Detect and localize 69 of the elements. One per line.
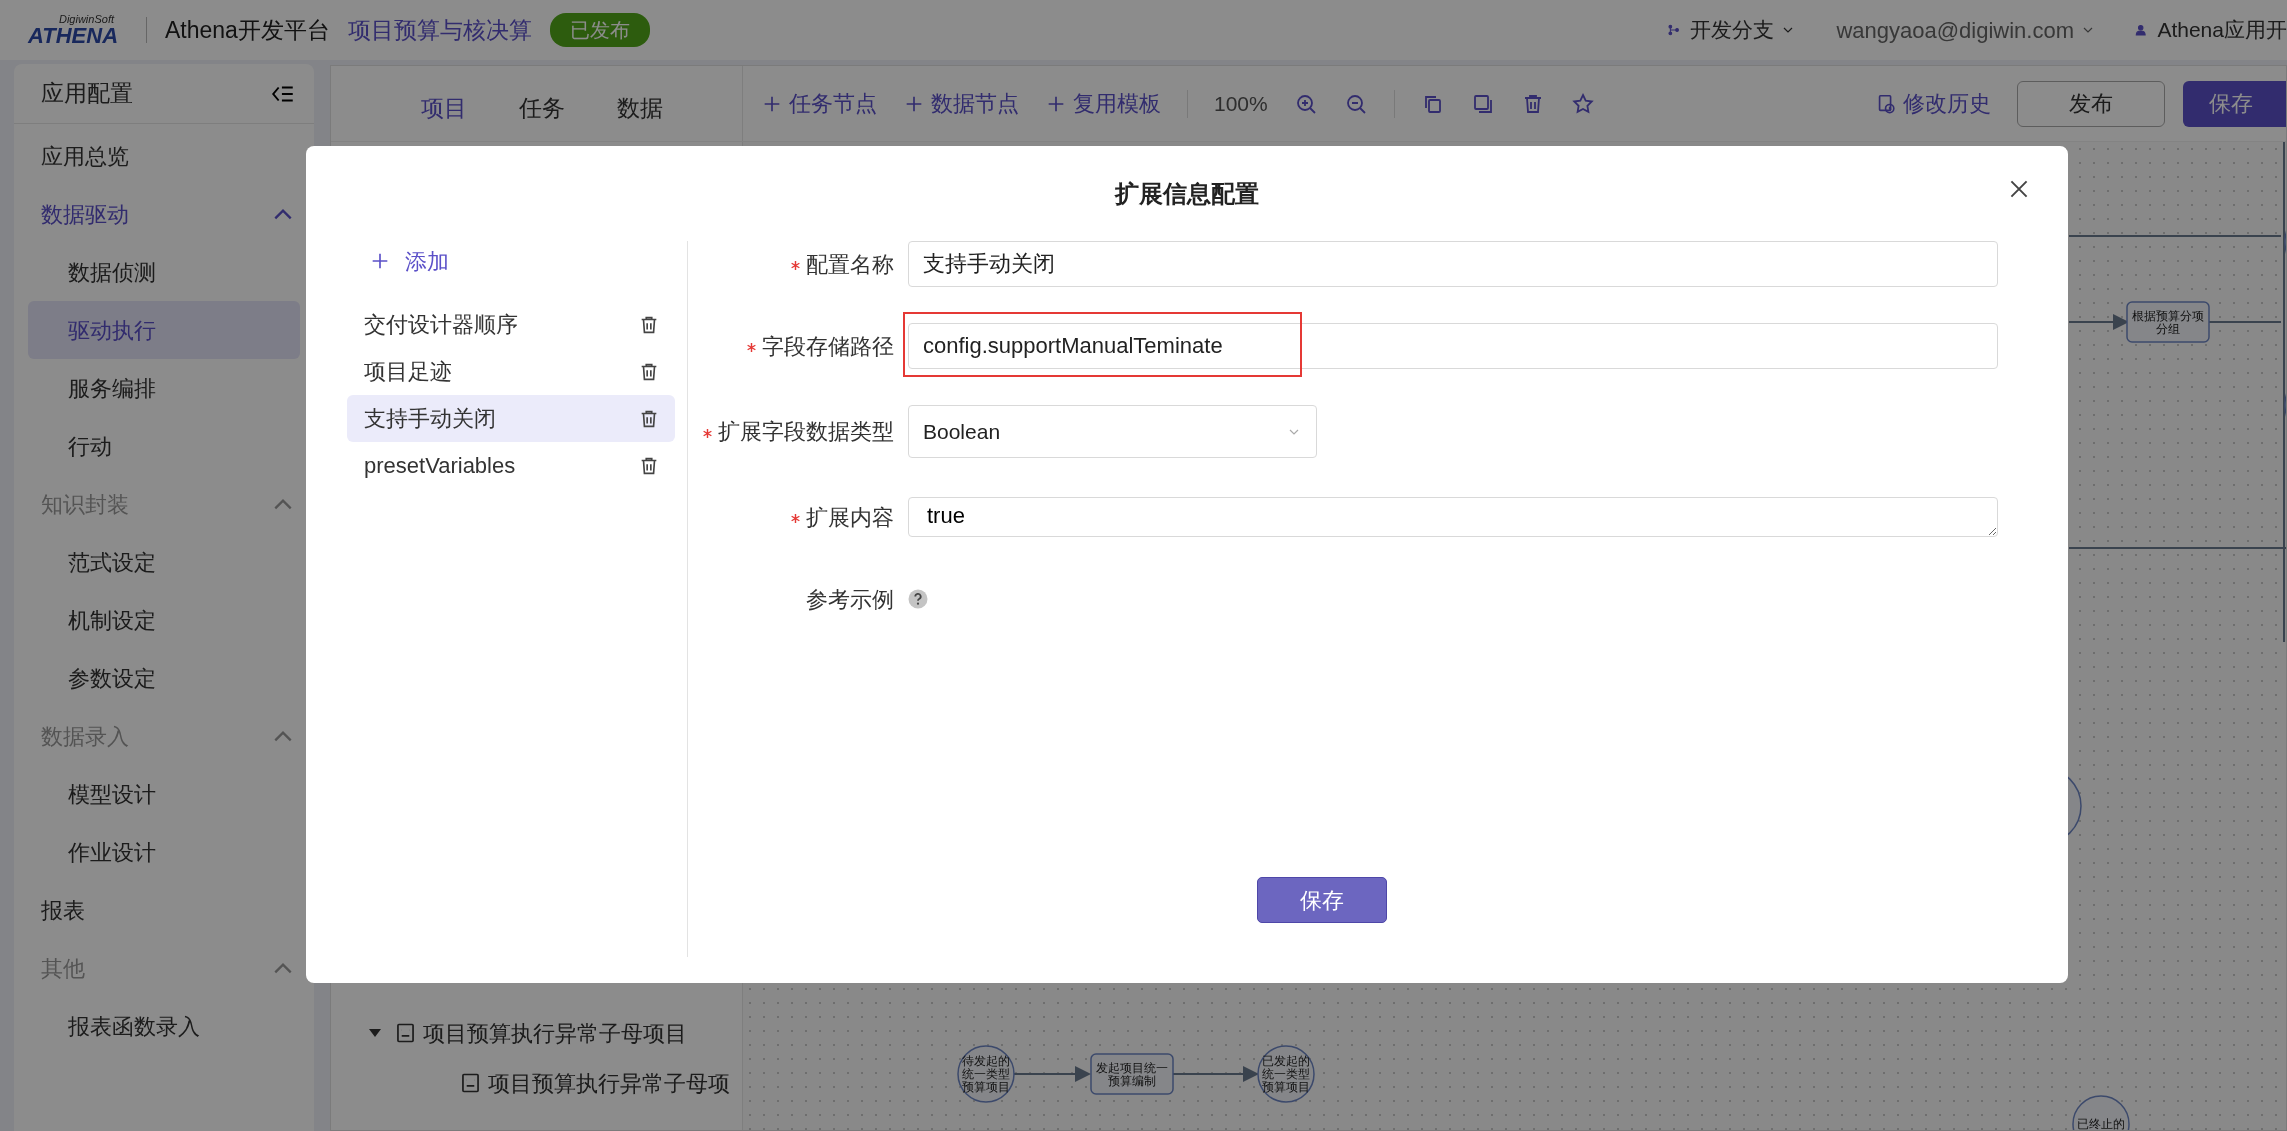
sidebar-item[interactable]: 范式设定	[28, 533, 300, 591]
save-button[interactable]: 保存	[1257, 877, 1387, 923]
state-node[interactable]: 已终止的	[2072, 1095, 2130, 1130]
add-button[interactable]: 添加	[347, 241, 449, 281]
star-icon[interactable]	[1570, 91, 1595, 116]
config-item-label: 支持手动关闭	[364, 405, 496, 433]
help-icon[interactable]	[908, 589, 928, 609]
type-select[interactable]: Boolean	[908, 405, 1317, 458]
tab[interactable]: 任务	[519, 91, 565, 126]
task-node[interactable]: 根据预算分项分组	[2126, 301, 2210, 343]
chevron-up-icon	[274, 962, 292, 974]
sidebar-item[interactable]: 数据侦测	[28, 243, 300, 301]
add-node-button[interactable]: 任务节点	[761, 87, 877, 120]
config-item-label: 交付设计器顺序	[364, 311, 518, 339]
tree-item[interactable]: 项目预算执行异常子母项目	[423, 1016, 687, 1050]
history-link[interactable]: 修改历史	[1875, 87, 1991, 120]
task-node[interactable]: 发起项目统一预算编制	[1090, 1053, 1174, 1095]
text-field[interactable]: 支持手动关闭	[908, 241, 1998, 287]
field-label: 配置名称	[688, 247, 908, 281]
tree-item[interactable]: 项目预算执行异常子母项	[488, 1066, 730, 1100]
sidebar-group[interactable]: 数据驱动	[14, 185, 314, 243]
logo-caption: DigiwinSoft	[58, 13, 114, 25]
branch-dropdown[interactable]: 开发分支	[1690, 14, 1797, 46]
required-mark-icon	[703, 428, 712, 438]
tab[interactable]: 数据	[617, 91, 663, 126]
sidebar-item[interactable]: 驱动执行	[28, 301, 300, 359]
config-item[interactable]: 交付设计器顺序	[347, 301, 675, 348]
required-mark-icon	[791, 514, 800, 524]
config-item-label: 项目足迹	[364, 358, 452, 386]
sidebar-item[interactable]: 服务编排	[28, 359, 300, 417]
sidebar-item[interactable]: 参数设定	[28, 649, 300, 707]
sidebar-item[interactable]: 报表函数录入	[28, 997, 300, 1055]
platform-title: Athena开发平台	[165, 15, 330, 45]
sidebar-item[interactable]: 机制设定	[28, 591, 300, 649]
chevron-up-icon	[274, 498, 292, 510]
connector-arrow	[2068, 314, 2129, 330]
field-label: 扩展内容	[688, 500, 908, 534]
sidebar-title: 应用配置	[41, 79, 133, 109]
config-item[interactable]: 项目足迹	[347, 348, 675, 395]
text-field[interactable]: config.supportManualTeminate	[908, 323, 1998, 369]
add-node-button[interactable]: 数据节点	[903, 87, 1019, 120]
add-node-button[interactable]: 复用模板	[1045, 87, 1161, 120]
page-icon	[397, 1023, 414, 1043]
zoom-level: 100%	[1214, 90, 1268, 117]
config-item[interactable]: presetVariables	[347, 442, 675, 489]
tab[interactable]: 项目	[421, 91, 467, 126]
project-link[interactable]: 项目预算与核决算	[347, 12, 532, 48]
chevron-up-icon	[274, 208, 292, 220]
state-node[interactable]: 已发起的统一类型预算项目	[1257, 1045, 1315, 1103]
field-label: 参考示例	[805, 585, 895, 614]
chevron-up-icon	[274, 730, 292, 742]
config-item[interactable]: 支持手动关闭	[347, 395, 675, 442]
app-name: Athena应用开	[2157, 17, 2287, 44]
required-mark-icon	[791, 261, 800, 271]
logo-wordmark: ATHENA	[28, 24, 120, 47]
state-node[interactable]: 待发起的统一类型预算项目	[957, 1045, 1015, 1103]
sidebar-item[interactable]: 作业设计	[28, 823, 300, 881]
sidebar-item[interactable]: 行动	[28, 417, 300, 475]
publish-button[interactable]: 发布	[2017, 80, 2165, 127]
config-item-label: presetVariables	[364, 452, 516, 480]
page-icon	[462, 1073, 479, 1093]
required-mark-icon	[747, 343, 756, 353]
content-field[interactable]: true	[908, 497, 1998, 537]
field-label: 扩展字段数据类型	[688, 415, 908, 448]
save-button[interactable]: 保存	[2183, 80, 2286, 127]
account-dropdown[interactable]: wangyaoa@digiwin.com	[1836, 13, 2096, 47]
status-badge: 已发布	[549, 13, 650, 47]
dialog-title: 扩展信息配置	[1115, 178, 1259, 209]
sidebar-item[interactable]: 模型设计	[28, 765, 300, 823]
